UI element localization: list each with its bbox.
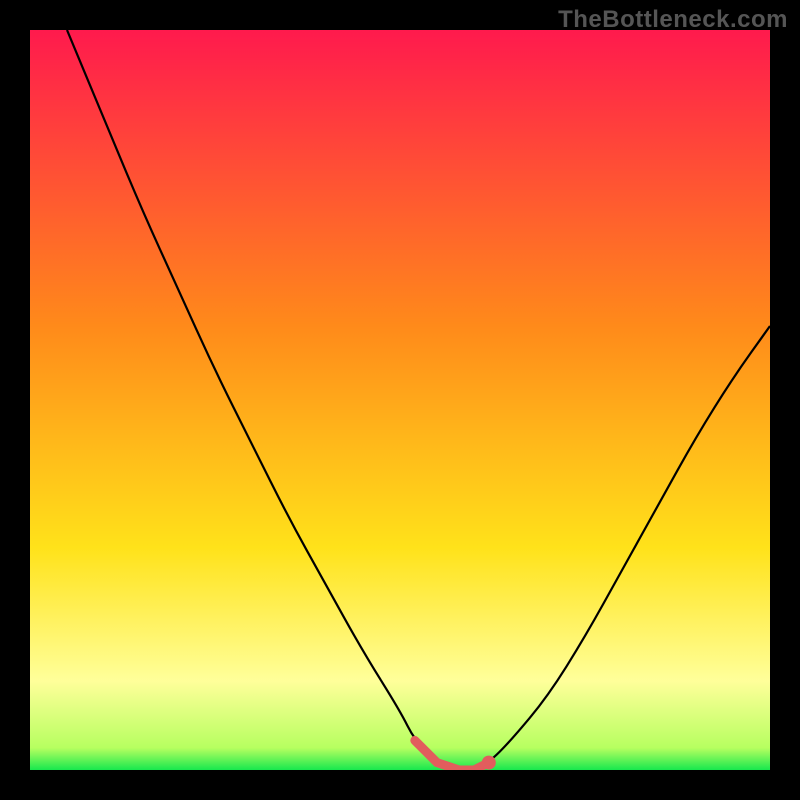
plot-area (30, 30, 770, 770)
bottleneck-curve (67, 30, 770, 770)
chart-frame: TheBottleneck.com (0, 0, 800, 800)
marker-dot (482, 756, 496, 770)
curve-layer (30, 30, 770, 770)
watermark-text: TheBottleneck.com (558, 6, 788, 34)
good-region-segment (415, 740, 489, 770)
